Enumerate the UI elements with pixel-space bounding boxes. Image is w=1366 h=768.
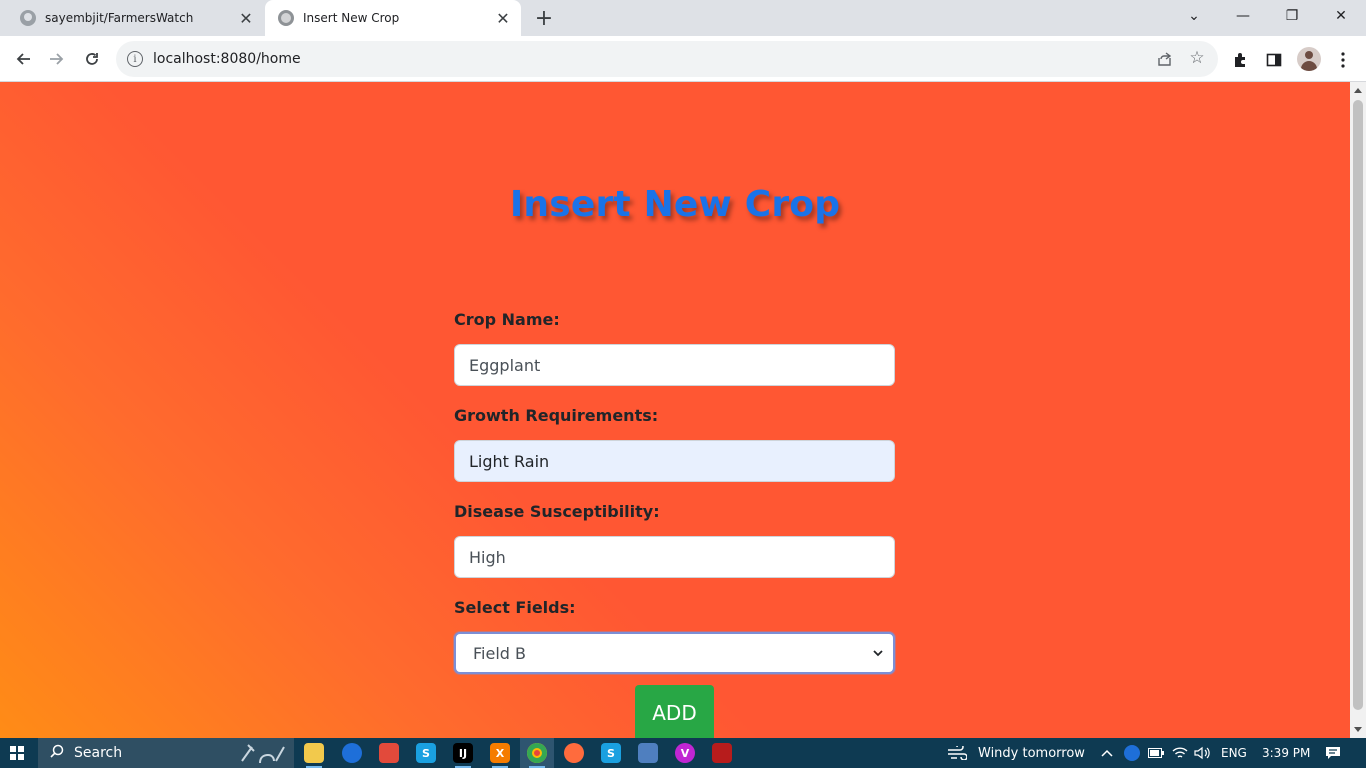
search-highlight-art-icon [238, 741, 288, 765]
skype-icon[interactable]: S [416, 743, 436, 763]
restore-button[interactable]: ❐ [1268, 0, 1316, 32]
crop-name-label: Crop Name: [454, 310, 560, 329]
add-button[interactable]: ADD [635, 685, 714, 738]
postgresql-icon[interactable] [638, 743, 658, 763]
back-arrow-icon[interactable] [8, 44, 38, 74]
crop-name-input[interactable]: Eggplant [454, 344, 895, 386]
chevron-up-icon[interactable] [1099, 745, 1115, 761]
chrome-icon[interactable] [527, 743, 547, 768]
github-icon [20, 10, 36, 26]
address-bar[interactable]: i localhost:8080/home ☆ [116, 41, 1218, 77]
winrar-icon[interactable] [712, 743, 732, 763]
taskbar-search-label: Search [74, 745, 123, 761]
defender-icon[interactable] [1124, 745, 1140, 761]
chevron-down-icon [873, 647, 883, 660]
intellij-icon[interactable]: IJ [453, 743, 473, 768]
tab-title: sayembjit/FarmersWatch [45, 11, 194, 25]
browser-tab-strip: sayembjit/FarmersWatch ✕ Insert New Crop… [0, 0, 1366, 36]
insert-crop-form: Crop Name: Eggplant Growth Requirements:… [454, 310, 895, 694]
tab-farmerswatch[interactable]: sayembjit/FarmersWatch ✕ [8, 0, 264, 36]
scroll-up-arrow-icon[interactable] [1354, 88, 1362, 93]
browser-toolbar: i localhost:8080/home ☆ [0, 36, 1366, 82]
file-explorer-icon[interactable] [304, 743, 324, 768]
weather-text[interactable]: Windy tomorrow [978, 738, 1085, 768]
scroll-down-arrow-icon[interactable] [1354, 727, 1362, 732]
star-icon[interactable]: ☆ [1188, 48, 1206, 68]
wifi-icon[interactable] [1172, 745, 1188, 761]
clock-time[interactable]: 3:39 PM [1262, 738, 1310, 768]
battery-icon[interactable] [1148, 745, 1164, 761]
fields-select[interactable]: Field B [454, 632, 895, 674]
globe-icon [278, 10, 294, 26]
new-tab-button[interactable]: + [532, 6, 556, 31]
page-title: Insert New Crop [509, 184, 841, 225]
side-panel-icon[interactable] [1263, 49, 1285, 71]
weather-icon[interactable] [946, 745, 968, 761]
tab-insert-new-crop[interactable]: Insert New Crop ✕ [265, 0, 521, 36]
search-icon [50, 744, 64, 762]
scrollbar-thumb[interactable] [1353, 100, 1363, 710]
close-icon[interactable]: ✕ [234, 6, 258, 30]
page-content: Insert New Crop Crop Name: Eggplant Grow… [0, 82, 1350, 738]
tab-title: Insert New Crop [303, 11, 400, 25]
info-icon[interactable]: i [127, 51, 143, 67]
minimize-button[interactable]: — [1219, 0, 1267, 32]
growth-requirements-label: Growth Requirements: [454, 406, 659, 425]
skype-business-icon[interactable]: S [601, 743, 621, 763]
edge-browser-icon[interactable] [342, 743, 362, 763]
share-icon[interactable] [1156, 50, 1174, 68]
forward-arrow-icon[interactable] [42, 44, 72, 74]
reload-icon[interactable] [77, 44, 107, 74]
vpn-icon[interactable]: V [675, 743, 695, 763]
xampp-icon[interactable]: X [490, 743, 510, 768]
windows-taskbar: Search S IJ X S V Windy tomorrow ENG 3:3… [0, 738, 1366, 768]
taskbar-search-box[interactable]: Search [38, 738, 294, 768]
extensions-icon[interactable] [1229, 49, 1251, 71]
windows-start-icon[interactable] [10, 746, 24, 760]
select-fields-label: Select Fields: [454, 598, 576, 617]
fields-select-value: Field B [473, 643, 526, 663]
disease-susceptibility-label: Disease Susceptibility: [454, 502, 660, 521]
notification-icon[interactable] [1325, 745, 1341, 761]
tab-search-button[interactable]: ⌄ [1170, 0, 1218, 32]
window-close-button[interactable]: ✕ [1317, 0, 1365, 32]
snip-tool-icon[interactable] [379, 743, 399, 763]
postman-icon[interactable] [564, 743, 584, 763]
volume-icon[interactable] [1194, 745, 1210, 761]
disease-susceptibility-input[interactable]: High [454, 536, 895, 578]
close-icon[interactable]: ✕ [491, 6, 515, 30]
profile-icon[interactable] [1297, 47, 1321, 71]
language-indicator[interactable]: ENG [1221, 738, 1247, 768]
kebab-menu-icon[interactable] [1332, 49, 1354, 71]
growth-requirements-input[interactable]: Light Rain [454, 440, 895, 482]
url-text[interactable]: localhost:8080/home [153, 51, 301, 67]
page-scrollbar[interactable] [1350, 82, 1366, 738]
